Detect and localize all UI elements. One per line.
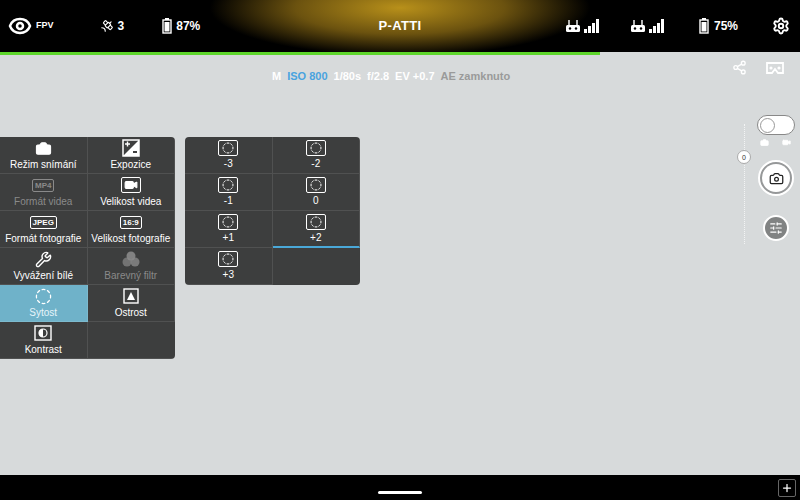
saturation-icon — [35, 288, 52, 305]
settings-menu-item[interactable]: Velikost videa — [88, 174, 176, 211]
format-badge-icon: 16:9 — [120, 216, 142, 229]
aircraft-battery-icon — [699, 18, 709, 34]
format-badge-icon: MP4 — [32, 179, 54, 192]
top-status-bar: FPV 3 87% P-ATTI 75% — [0, 0, 800, 52]
camera-icon — [35, 140, 52, 157]
sliders-icon — [769, 221, 783, 235]
saturation-option[interactable]: -3 — [185, 137, 273, 174]
progress-fill — [0, 52, 600, 55]
camera-parameter: 1/80s — [334, 68, 362, 85]
gear-icon[interactable] — [772, 17, 790, 35]
saturation-option-icon — [218, 251, 238, 267]
settings-menu-item[interactable]: Expozice — [88, 137, 176, 174]
home-indicator[interactable] — [378, 491, 422, 494]
shutter-button[interactable] — [758, 160, 794, 196]
capture-mode-toggle[interactable] — [757, 115, 795, 135]
rc-signal-bars-icon — [584, 19, 600, 33]
saturation-option[interactable]: +1 — [185, 211, 273, 248]
ev-slider-knob[interactable]: 0 — [737, 150, 751, 164]
settings-menu-item: Barevný filtr — [88, 248, 176, 285]
toggle-knob — [760, 118, 775, 133]
ev-slider-track[interactable] — [744, 124, 745, 244]
saturation-option-icon — [306, 214, 326, 230]
aircraft-battery-status: 75% — [699, 17, 738, 35]
photo-mode-icon — [760, 138, 769, 147]
rc-battery-status: 87% — [162, 17, 200, 35]
bottom-bar — [0, 475, 800, 500]
rc-signal — [565, 19, 600, 33]
camera-parameters: M ISO 800 1/80s f/2.8 EV +0.7 AE zamknuto — [272, 68, 510, 85]
saturation-option[interactable]: -1 — [185, 174, 273, 211]
satellite-icon — [100, 19, 114, 33]
video-signal — [630, 19, 665, 33]
settings-menu-item[interactable]: Ostrost — [88, 285, 176, 322]
camera-parameter: AE zamknuto — [441, 68, 511, 85]
saturation-option-icon — [218, 177, 238, 193]
format-badge-icon: JPEG — [30, 216, 57, 229]
settings-menu-item[interactable]: Režim snímání — [0, 137, 88, 174]
camera-icon — [769, 171, 784, 186]
camera-parameter: M — [272, 68, 281, 85]
color-filter-icon — [121, 250, 141, 268]
plus-icon — [781, 482, 793, 494]
settings-menu-item[interactable]: JPEGFormát fotografie — [0, 211, 88, 248]
saturation-option-icon — [306, 140, 326, 156]
camera-view: M ISO 800 1/80s f/2.8 EV +0.7 AE zamknuto 0 Rež… — [0, 52, 800, 475]
saturation-options: -3-2-10+1+2+3 — [185, 137, 360, 285]
settings-menu-item[interactable]: Sytost — [0, 285, 88, 322]
flight-mode: P-ATTI — [379, 16, 422, 36]
progress-track — [0, 52, 800, 55]
vr-goggles-icon[interactable] — [765, 61, 785, 75]
view-mode-button[interactable]: FPV — [8, 14, 54, 38]
settings-menu-item[interactable]: Vyvážení bílé — [0, 248, 88, 285]
empty-option-cell — [273, 248, 361, 285]
sharpness-icon — [123, 288, 139, 304]
saturation-option[interactable]: 0 — [273, 174, 361, 211]
camera-parameter: EV +0.7 — [395, 68, 434, 85]
camera-parameter: ISO 800 — [287, 68, 327, 85]
share-icon[interactable] — [732, 60, 747, 75]
saturation-option-icon — [218, 140, 238, 156]
rc-battery-icon — [162, 18, 172, 34]
remote-controller-icon — [565, 19, 581, 33]
video-mode-icon — [782, 138, 791, 147]
video-link-icon — [630, 19, 646, 33]
video-icon — [121, 177, 141, 193]
white-balance-icon — [35, 251, 52, 268]
saturation-option[interactable]: +2 — [273, 211, 361, 248]
gps-status: 3 — [100, 17, 125, 35]
camera-parameter: f/2.8 — [367, 68, 389, 85]
settings-menu-item: MP4Formát videa — [0, 174, 88, 211]
saturation-option[interactable]: -2 — [273, 137, 361, 174]
saturation-option-icon — [306, 177, 326, 193]
empty-menu-cell — [88, 322, 176, 359]
contrast-icon — [34, 325, 52, 341]
exposure-icon — [122, 139, 140, 157]
view-mode-label: FPV — [36, 19, 54, 33]
camera-settings-button[interactable] — [763, 215, 789, 241]
app-screen: FPV 3 87% P-ATTI 75% M ISO 800 1/80s f/2.8 EV +0.… — [0, 0, 800, 500]
saturation-option[interactable]: +3 — [185, 248, 273, 285]
eye-icon — [8, 14, 32, 38]
camera-settings-menu: Režim snímáníExpoziceMP4Formát videaVeli… — [0, 137, 175, 359]
settings-menu-item[interactable]: 16:9Velikost fotografie — [88, 211, 176, 248]
video-signal-bars-icon — [649, 19, 665, 33]
settings-menu-item[interactable]: Kontrast — [0, 322, 88, 359]
saturation-option-icon — [218, 214, 238, 230]
add-button[interactable] — [778, 479, 796, 497]
